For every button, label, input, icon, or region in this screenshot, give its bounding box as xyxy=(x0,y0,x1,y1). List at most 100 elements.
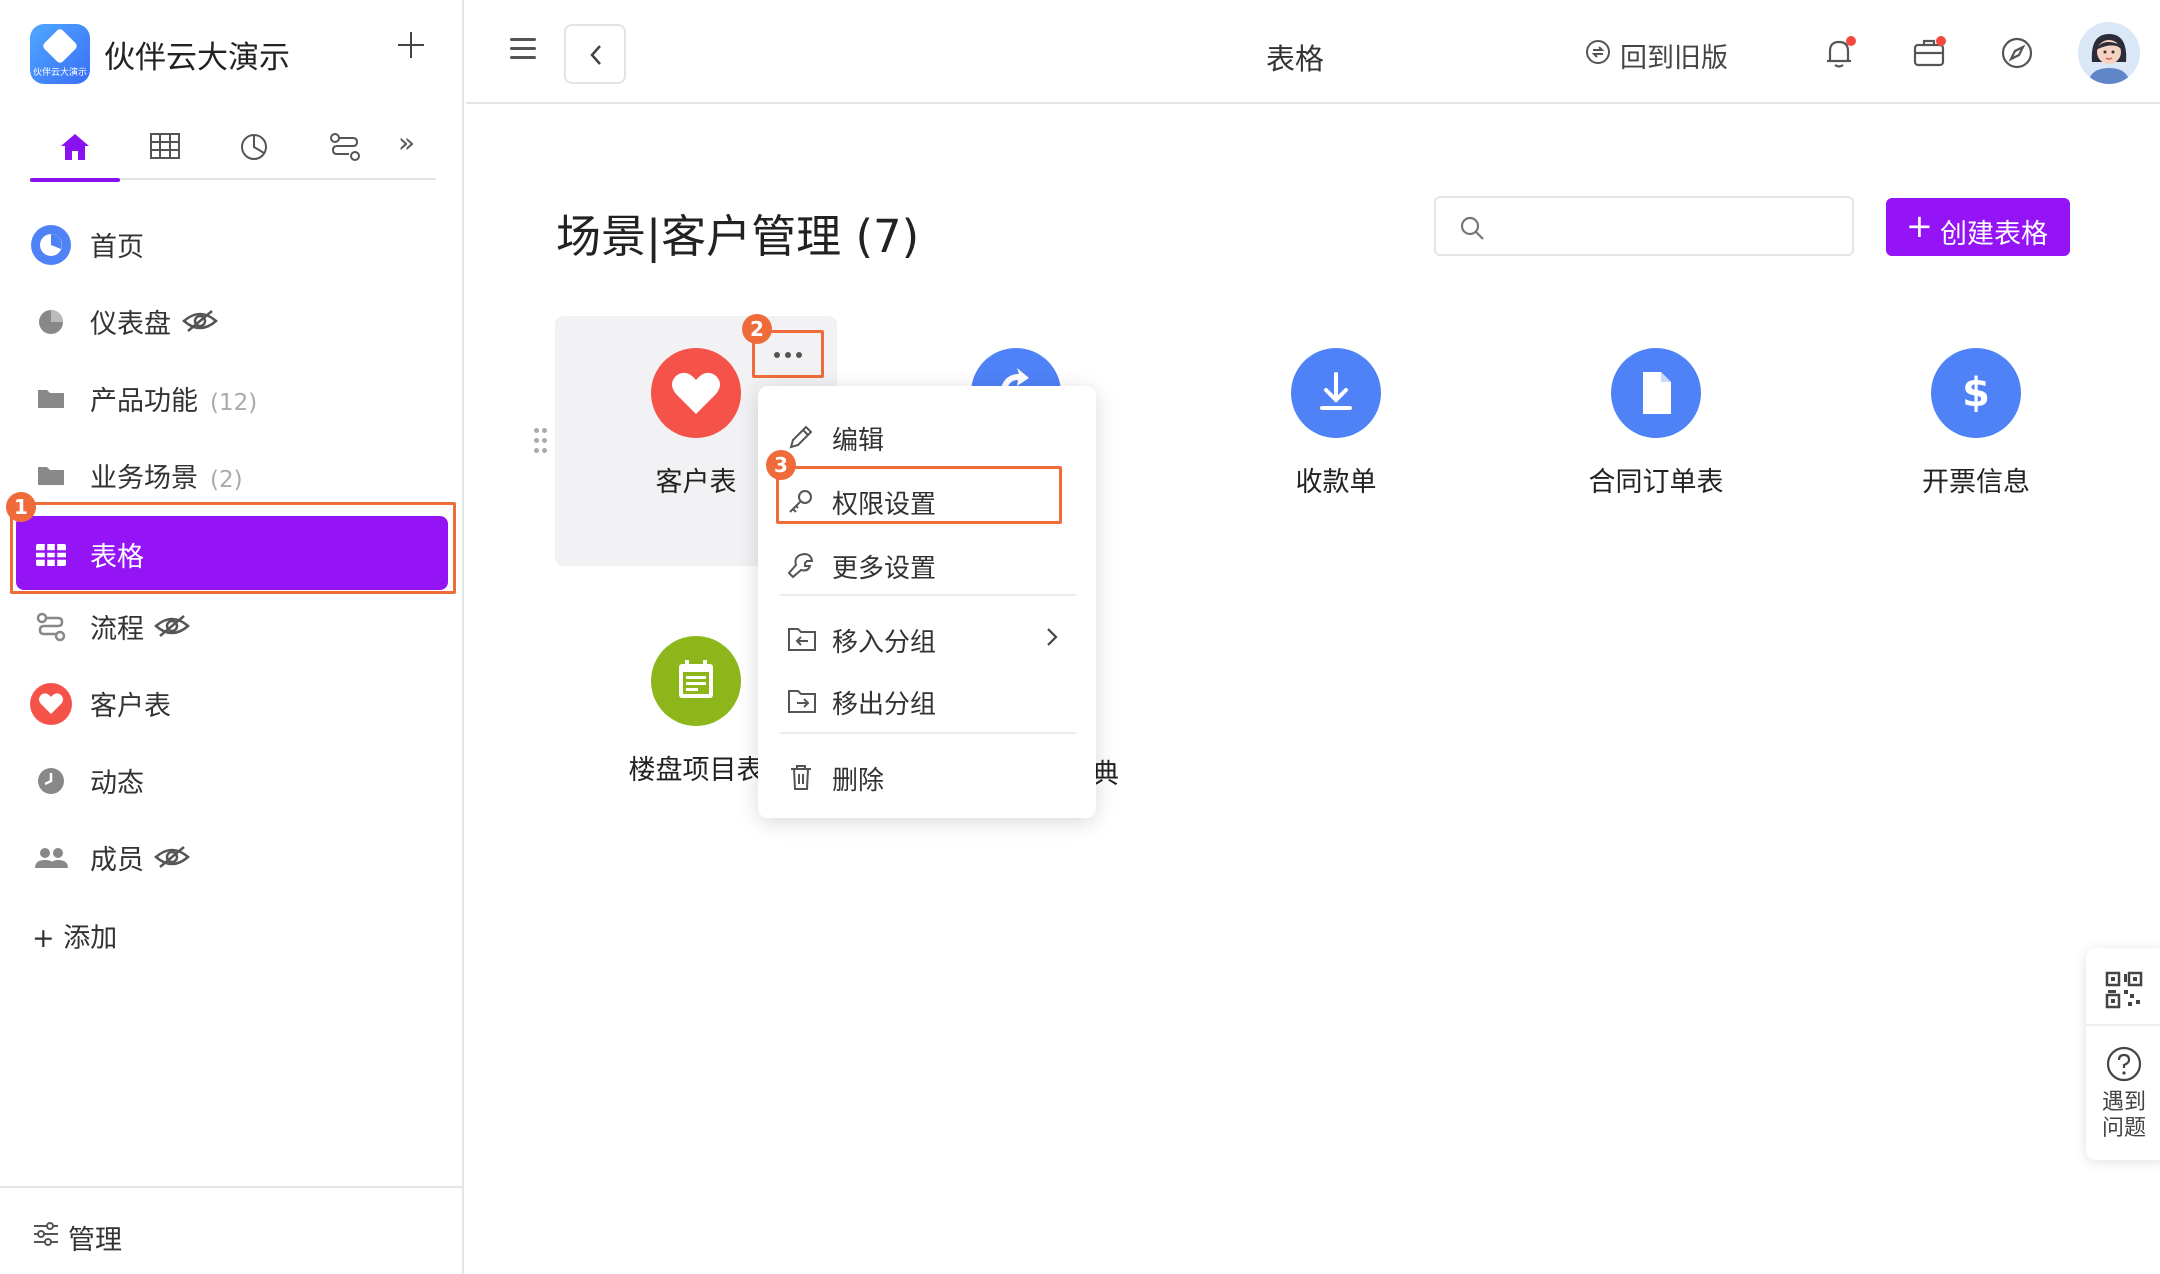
context-menu: 编辑 权限设置 更多设置 移入分组 移出分组 删除 xyxy=(758,386,1096,818)
table-tile-invoices[interactable]: $ 开票信息 xyxy=(1866,348,2086,518)
menu-item-delete[interactable]: 删除 xyxy=(758,746,1096,804)
heart-icon xyxy=(30,683,72,725)
home-icon xyxy=(61,134,89,160)
app-logo-text: 伙伴云大演示 xyxy=(32,68,87,78)
back-button[interactable] xyxy=(564,24,626,84)
chevron-right-icon xyxy=(1047,628,1058,646)
tabs-more-button[interactable]: » xyxy=(398,126,415,159)
table-tile-contracts[interactable]: 合同订单表 xyxy=(1546,348,1766,518)
tab-table[interactable] xyxy=(134,126,194,166)
notification-dot xyxy=(1846,36,1856,46)
sidebar-item-label: 产品功能 (12) xyxy=(90,386,258,417)
sidebar-item-label: 流程 xyxy=(90,614,144,645)
panel-divider xyxy=(2086,1024,2160,1026)
tile-name: 合同订单表 xyxy=(1588,467,1724,498)
menu-item-more-settings[interactable]: 更多设置 xyxy=(758,534,1096,592)
tab-chart[interactable] xyxy=(224,126,284,166)
sidebar-item-home[interactable]: 首页 xyxy=(10,206,454,283)
sidebar-item-product-features[interactable]: 产品功能 (12) xyxy=(10,360,454,437)
eye-hidden-icon xyxy=(154,846,190,868)
tile-icon-circle: $ xyxy=(1931,348,2021,438)
trash-icon xyxy=(791,765,811,790)
drag-handle-icon[interactable] xyxy=(534,428,548,456)
menu-item-permissions[interactable]: 权限设置 xyxy=(758,470,1096,528)
pencil-icon xyxy=(789,425,813,449)
sidebar-item-label: 首页 xyxy=(90,232,144,263)
menu-item-edit[interactable]: 编辑 xyxy=(758,406,1096,464)
tile-name: 收款单 xyxy=(1295,467,1377,498)
table-tile-receipts[interactable]: 收款单 xyxy=(1226,348,1446,518)
users-icon xyxy=(35,848,68,868)
search-box[interactable] xyxy=(1434,196,1854,256)
menu-item-label: 移出分组 xyxy=(832,690,937,720)
old-version-label: 回到旧版 xyxy=(1620,43,1728,74)
tab-home[interactable] xyxy=(30,126,120,182)
download-icon xyxy=(1320,372,1352,410)
table-icon xyxy=(150,133,180,159)
sidebar-item-dashboard[interactable]: 仪表盘 xyxy=(10,283,454,360)
annotation-badge-2: 2 xyxy=(742,314,772,344)
folder-icon xyxy=(38,467,64,485)
help-label[interactable]: 遇到问题 xyxy=(2094,1090,2154,1142)
annotation-badge-1: 1 xyxy=(6,492,36,522)
old-version-link[interactable]: 回到旧版 xyxy=(1586,36,1728,75)
add-icon[interactable] xyxy=(396,30,426,60)
key-icon xyxy=(789,490,812,513)
sidebar-item-business-scenes[interactable]: 业务场景 (2) xyxy=(10,437,454,514)
chevron-left-icon xyxy=(590,45,601,65)
explore-button[interactable] xyxy=(2000,36,2034,70)
sidebar: 伙伴云大演示 伙伴云大演示 » 首页 仪表盘 产品功能 (12) 业务场景 (2… xyxy=(0,0,464,1274)
menu-item-label: 权限设置 xyxy=(832,490,937,520)
page-title: 表格 xyxy=(1266,42,1325,76)
menu-divider xyxy=(780,594,1076,596)
folder-out-icon xyxy=(788,690,816,713)
menu-item-label: 更多设置 xyxy=(832,554,937,584)
plus-icon: + xyxy=(1906,207,1933,245)
sidebar-item-customers[interactable]: 客户表 xyxy=(10,665,454,742)
sidebar-item-label: 动态 xyxy=(90,768,144,799)
sidebar-nav: 首页 仪表盘 产品功能 (12) 业务场景 (2) 表格 流程 客户表 动态 成… xyxy=(10,206,454,896)
switch-icon xyxy=(1586,40,1610,64)
menu-toggle-button[interactable] xyxy=(510,38,538,62)
help-icon[interactable] xyxy=(2104,1044,2144,1084)
menu-item-move-out-group[interactable]: 移出分组 xyxy=(758,670,1096,728)
sidebar-item-flow[interactable]: 流程 xyxy=(10,588,454,665)
sidebar-footer-manage[interactable]: 管理 xyxy=(0,1186,464,1274)
workbench-dot xyxy=(1936,36,1946,46)
item-count: (2) xyxy=(210,467,243,493)
tile-name: 开票信息 xyxy=(1922,467,2030,498)
topbar: 表格 回到旧版 xyxy=(466,0,2160,104)
sidebar-tabs: » xyxy=(30,118,436,182)
section-heading: 场景|客户管理 (7) xyxy=(556,210,920,263)
sidebar-item-label: 业务场景 (2) xyxy=(90,463,243,494)
sidebar-item-members[interactable]: 成员 xyxy=(10,819,454,896)
app-title: 伙伴云大演示 xyxy=(104,40,290,76)
app-logo: 伙伴云大演示 xyxy=(30,24,90,84)
menu-item-move-into-group[interactable]: 移入分组 xyxy=(758,608,1096,666)
create-table-button[interactable]: + 创建表格 xyxy=(1886,198,2070,256)
svg-text:$: $ xyxy=(1962,370,1990,416)
tile-icon-circle xyxy=(651,348,741,438)
eye-hidden-icon xyxy=(182,310,218,332)
pie-chart-icon xyxy=(39,310,63,334)
heart-icon xyxy=(672,372,720,414)
tile-icon-circle xyxy=(1291,348,1381,438)
notification-button[interactable] xyxy=(1822,36,1856,70)
home-dashboard-icon xyxy=(31,225,71,265)
menu-item-label: 删除 xyxy=(832,766,885,796)
compass-icon xyxy=(2001,37,2033,69)
sidebar-item-activity[interactable]: 动态 xyxy=(10,742,454,819)
eye-hidden-icon xyxy=(154,615,190,637)
user-avatar[interactable] xyxy=(2078,22,2140,84)
sidebar-item-label: 仪表盘 xyxy=(90,309,171,340)
search-icon xyxy=(1460,216,1484,240)
item-count: (12) xyxy=(210,390,258,416)
add-menu-button[interactable]: + 添加 xyxy=(32,916,117,955)
tab-flow[interactable] xyxy=(314,126,374,166)
tile-name-partial: 典 xyxy=(1092,759,1119,790)
annotation-badge-3: 3 xyxy=(766,450,796,480)
qr-code-icon[interactable] xyxy=(2104,970,2144,1010)
sidebar-item-tables[interactable]: 表格 xyxy=(16,516,448,590)
search-input[interactable] xyxy=(1496,206,1836,246)
workbench-button[interactable] xyxy=(1912,36,1946,70)
